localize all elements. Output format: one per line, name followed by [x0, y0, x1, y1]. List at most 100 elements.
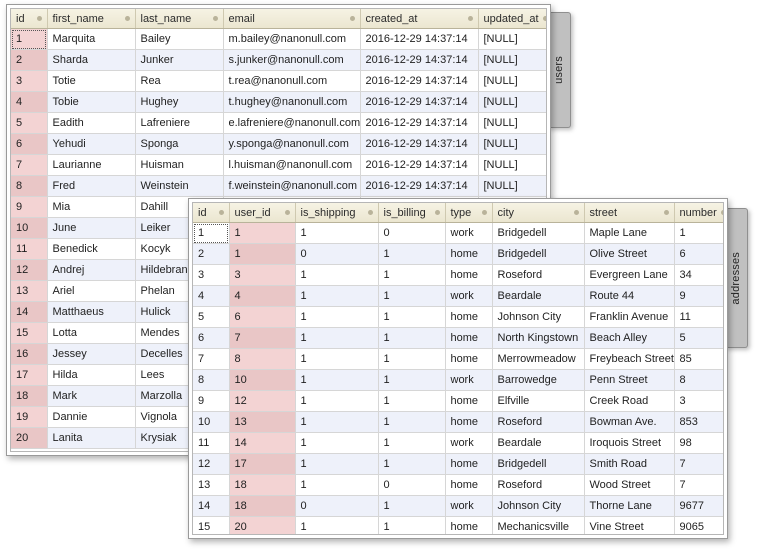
cell-city[interactable]: Johnson City — [492, 307, 584, 328]
cell-created_at[interactable]: 2016-12-29 14:37:14 — [360, 50, 478, 71]
cell-id[interactable]: 6 — [11, 134, 47, 155]
cell-user_id[interactable]: 17 — [229, 454, 295, 475]
sort-dot-icon[interactable] — [285, 210, 290, 215]
cell-user_id[interactable]: 8 — [229, 349, 295, 370]
column-header-type[interactable]: type — [445, 203, 492, 223]
cell-first_name[interactable]: Eadith — [47, 113, 135, 134]
sort-dot-icon[interactable] — [350, 16, 355, 21]
cell-user_id[interactable]: 13 — [229, 412, 295, 433]
cell-is_billing[interactable]: 1 — [378, 328, 445, 349]
cell-updated_at[interactable]: [NULL] — [478, 113, 547, 134]
sort-dot-icon[interactable] — [37, 16, 42, 21]
cell-id[interactable]: 18 — [11, 386, 47, 407]
cell-first_name[interactable]: Mark — [47, 386, 135, 407]
cell-is_shipping[interactable]: 1 — [295, 475, 378, 496]
column-header-city[interactable]: city — [492, 203, 584, 223]
cell-street[interactable]: Thorne Lane — [584, 496, 674, 517]
cell-updated_at[interactable]: [NULL] — [478, 29, 547, 50]
cell-type[interactable]: home — [445, 244, 492, 265]
cell-city[interactable]: Bridgedell — [492, 223, 584, 244]
cell-first_name[interactable]: Mia — [47, 197, 135, 218]
cell-user_id[interactable]: 20 — [229, 517, 295, 536]
cell-type[interactable]: work — [445, 286, 492, 307]
table-row[interactable]: 6YehudiSpongay.sponga@nanonull.com2016-1… — [11, 134, 547, 155]
cell-city[interactable]: Roseford — [492, 265, 584, 286]
cell-id[interactable]: 13 — [11, 281, 47, 302]
table-row[interactable]: 4411workBeardaleRoute 449 — [193, 286, 724, 307]
cell-street[interactable]: Olive Street — [584, 244, 674, 265]
cell-id[interactable]: 10 — [193, 412, 229, 433]
cell-is_billing[interactable]: 1 — [378, 412, 445, 433]
cell-city[interactable]: Barrowedge — [492, 370, 584, 391]
cell-first_name[interactable]: Totie — [47, 71, 135, 92]
cell-email[interactable]: f.weinstein@nanonull.com — [223, 176, 360, 197]
table-row[interactable]: 121711homeBridgedellSmith Road7 — [193, 454, 724, 475]
cell-last_name[interactable]: Sponga — [135, 134, 223, 155]
cell-first_name[interactable]: Laurianne — [47, 155, 135, 176]
cell-is_billing[interactable]: 1 — [378, 349, 445, 370]
addresses-body[interactable]: 1110workBridgedellMaple Lane12101homeBri… — [193, 223, 724, 536]
column-header-id[interactable]: id — [193, 203, 229, 223]
cell-number[interactable]: 8 — [674, 370, 724, 391]
cell-user_id[interactable]: 4 — [229, 286, 295, 307]
table-row[interactable]: 4TobieHugheyt.hughey@nanonull.com2016-12… — [11, 92, 547, 113]
column-header-id[interactable]: id — [11, 9, 47, 29]
cell-street[interactable]: Wood Street — [584, 475, 674, 496]
sort-dot-icon[interactable] — [468, 16, 473, 21]
sort-dot-icon[interactable] — [721, 210, 724, 215]
cell-id[interactable]: 5 — [193, 307, 229, 328]
cell-user_id[interactable]: 3 — [229, 265, 295, 286]
table-row[interactable]: 3TotieReat.rea@nanonull.com2016-12-29 14… — [11, 71, 547, 92]
cell-street[interactable]: Freybeach Street — [584, 349, 674, 370]
cell-type[interactable]: home — [445, 265, 492, 286]
cell-is_shipping[interactable]: 1 — [295, 349, 378, 370]
cell-id[interactable]: 11 — [193, 433, 229, 454]
cell-type[interactable]: home — [445, 349, 492, 370]
cell-city[interactable]: Merrowmeadow — [492, 349, 584, 370]
cell-first_name[interactable]: Sharda — [47, 50, 135, 71]
cell-city[interactable]: Bridgedell — [492, 244, 584, 265]
table-row[interactable]: 5611homeJohnson CityFranklin Avenue11 — [193, 307, 724, 328]
column-header-created_at[interactable]: created_at — [360, 9, 478, 29]
cell-is_billing[interactable]: 1 — [378, 391, 445, 412]
cell-id[interactable]: 20 — [11, 428, 47, 449]
cell-id[interactable]: 3 — [11, 71, 47, 92]
cell-number[interactable]: 98 — [674, 433, 724, 454]
cell-created_at[interactable]: 2016-12-29 14:37:14 — [360, 134, 478, 155]
cell-is_billing[interactable]: 0 — [378, 475, 445, 496]
cell-user_id[interactable]: 10 — [229, 370, 295, 391]
cell-email[interactable]: l.huisman@nanonull.com — [223, 155, 360, 176]
addresses-grid[interactable]: iduser_idis_shippingis_billingtypecityst… — [193, 203, 724, 535]
cell-number[interactable]: 1 — [674, 223, 724, 244]
sort-dot-icon[interactable] — [219, 210, 224, 215]
cell-id[interactable]: 9 — [11, 197, 47, 218]
cell-is_shipping[interactable]: 0 — [295, 496, 378, 517]
cell-user_id[interactable]: 18 — [229, 496, 295, 517]
cell-id[interactable]: 12 — [11, 260, 47, 281]
cell-number[interactable]: 9 — [674, 286, 724, 307]
sort-dot-icon[interactable] — [213, 16, 218, 21]
cell-street[interactable]: Evergreen Lane — [584, 265, 674, 286]
table-row[interactable]: 101311homeRosefordBowman Ave.853 — [193, 412, 724, 433]
sort-dot-icon[interactable] — [543, 16, 547, 21]
column-header-updated_at[interactable]: updated_at — [478, 9, 547, 29]
cell-is_shipping[interactable]: 1 — [295, 307, 378, 328]
sort-dot-icon[interactable] — [435, 210, 440, 215]
cell-street[interactable]: Maple Lane — [584, 223, 674, 244]
cell-city[interactable]: Elfville — [492, 391, 584, 412]
cell-last_name[interactable]: Huisman — [135, 155, 223, 176]
cell-city[interactable]: Mechanicsville — [492, 517, 584, 536]
cell-street[interactable]: Vine Street — [584, 517, 674, 536]
cell-first_name[interactable]: Fred — [47, 176, 135, 197]
cell-number[interactable]: 7 — [674, 454, 724, 475]
cell-id[interactable]: 2 — [193, 244, 229, 265]
cell-id[interactable]: 12 — [193, 454, 229, 475]
cell-number[interactable]: 85 — [674, 349, 724, 370]
cell-city[interactable]: Bridgedell — [492, 454, 584, 475]
cell-first_name[interactable]: Marquita — [47, 29, 135, 50]
table-row[interactable]: 7811homeMerrowmeadowFreybeach Street85 — [193, 349, 724, 370]
cell-id[interactable]: 1 — [193, 223, 229, 244]
cell-type[interactable]: home — [445, 412, 492, 433]
cell-city[interactable]: Johnson City — [492, 496, 584, 517]
cell-first_name[interactable]: Matthaeus — [47, 302, 135, 323]
